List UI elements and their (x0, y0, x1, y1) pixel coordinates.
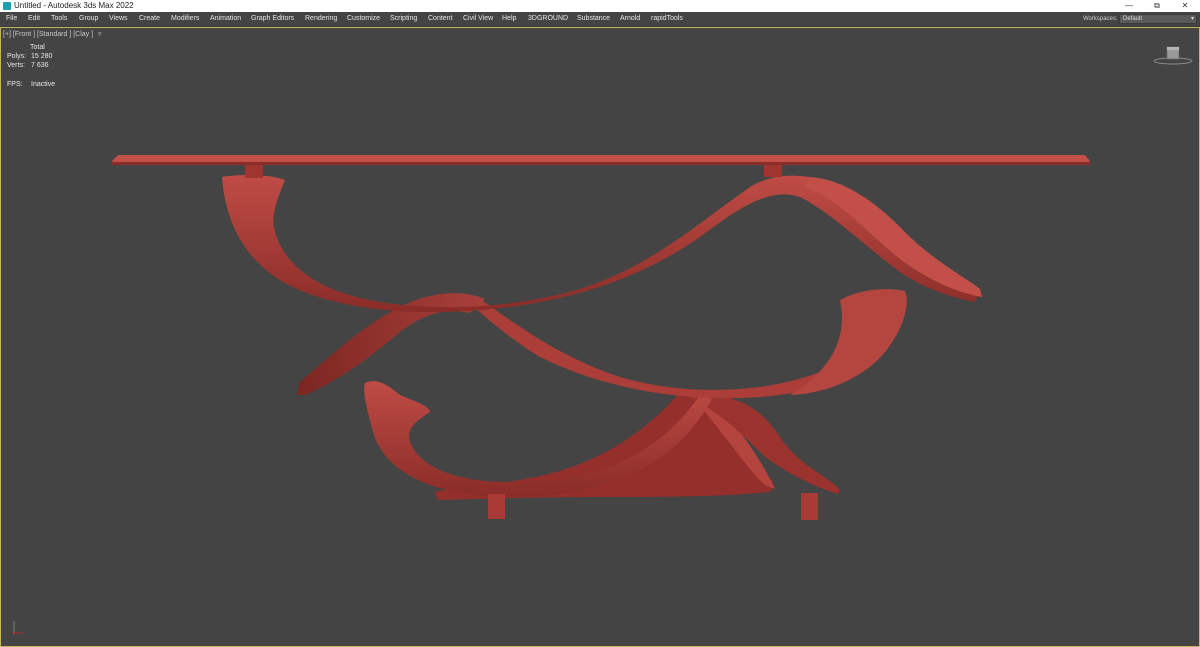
menu-substance[interactable]: Substance (577, 12, 610, 26)
viewport-front[interactable]: [+] [Front ] [Standard ] [Clay ] ▿ Total… (0, 27, 1200, 647)
stats-fps-row: FPS: Inactive (7, 80, 77, 89)
menu-animation[interactable]: Animation (210, 12, 241, 26)
app-icon (3, 2, 11, 10)
chevron-down-icon: ▾ (1190, 16, 1194, 22)
stats-fps-value: Inactive (31, 81, 56, 88)
stats-header: Total (30, 44, 45, 51)
viewport-label[interactable]: [+] [Front ] [Standard ] [Clay ] ▿ (3, 30, 102, 38)
table-3d-model[interactable] (0, 27, 1200, 647)
close-button[interactable]: ✕ (1171, 0, 1199, 12)
menu-file[interactable]: File (6, 12, 17, 26)
title-bar: Untitled - Autodesk 3ds Max 2022 — ⧉ ✕ (0, 0, 1200, 12)
menu-help[interactable]: Help (502, 12, 516, 26)
menu-content[interactable]: Content (428, 12, 453, 26)
workspaces-label: Workspaces: (1083, 16, 1118, 22)
menu-rapidtools[interactable]: rapidTools (651, 12, 683, 26)
menu-customize[interactable]: Customize (347, 12, 380, 26)
menu-group[interactable]: Group (79, 12, 98, 26)
menu-create[interactable]: Create (139, 12, 160, 26)
stats-fps-label: FPS: (7, 81, 23, 88)
stats-polys-value: 15 280 (31, 53, 53, 60)
menu-edit[interactable]: Edit (28, 12, 40, 26)
axis-tripod-icon (12, 621, 24, 635)
viewport-label-text[interactable]: [+] [Front ] [Standard ] [Clay ] (3, 31, 93, 38)
menu-tools[interactable]: Tools (51, 12, 67, 26)
stats-verts-label: Verts: (7, 62, 25, 69)
stats-verts-value: 7 636 (31, 62, 49, 69)
stats-polys-label: Polys: (7, 53, 27, 60)
menu-views[interactable]: Views (109, 12, 128, 26)
funnel-icon[interactable]: ▿ (98, 31, 102, 38)
stats-verts-row: Verts: 7 636 (7, 61, 67, 70)
table-model-geometry (112, 155, 1090, 520)
workspaces-value: Default (1123, 16, 1143, 22)
viewcube-icon[interactable] (1152, 44, 1194, 66)
menu-scripting[interactable]: Scripting (390, 12, 417, 26)
stats-polys-row: Polys: 15 280 (7, 52, 67, 61)
menu-bar: File Edit Tools Group Views Create Modif… (0, 12, 1200, 27)
minimize-button[interactable]: — (1115, 0, 1143, 12)
window-title: Untitled - Autodesk 3ds Max 2022 (14, 1, 134, 10)
menu-civil-view[interactable]: Civil View (463, 12, 493, 26)
menu-rendering[interactable]: Rendering (305, 12, 337, 26)
menu-3dground[interactable]: 3DGROUND (528, 12, 568, 26)
menu-arnold[interactable]: Arnold (620, 12, 640, 26)
menu-graph-editors[interactable]: Graph Editors (251, 12, 294, 26)
menu-modifiers[interactable]: Modifiers (171, 12, 199, 26)
restore-button[interactable]: ⧉ (1143, 0, 1171, 12)
workspaces-dropdown[interactable]: Default ▾ (1119, 14, 1197, 24)
